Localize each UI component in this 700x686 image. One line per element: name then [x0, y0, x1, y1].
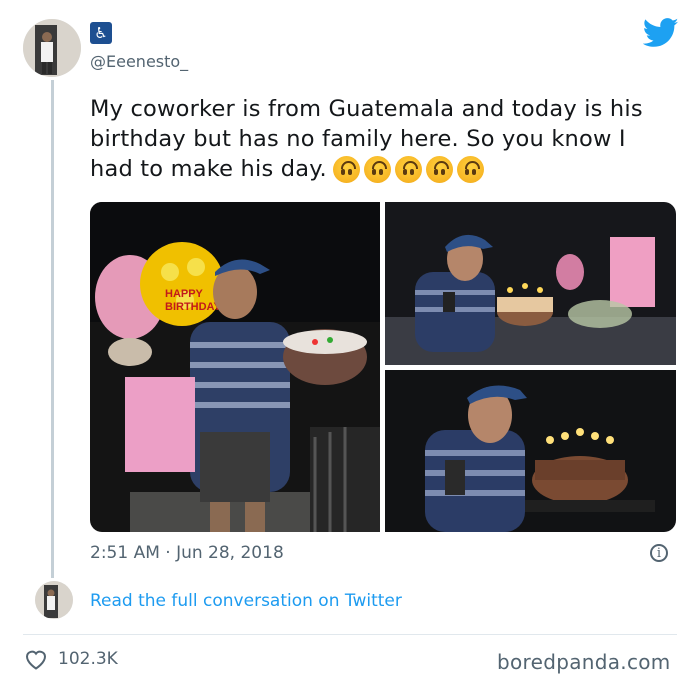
author-handle[interactable]: @Eeenesto_ — [90, 52, 188, 71]
author-avatar[interactable] — [23, 19, 81, 77]
like-button[interactable]: 102.3K — [24, 648, 118, 670]
tweet-text: My coworker is from Guatemala and today … — [90, 96, 643, 183]
thread-line — [51, 80, 54, 578]
watermark: boredpanda.com — [497, 650, 671, 674]
photo-candles-closeup[interactable] — [385, 370, 676, 532]
upside-down-face-icon — [363, 156, 391, 183]
author-avatar-small[interactable] — [35, 581, 73, 619]
twitter-bird-icon[interactable] — [643, 18, 679, 48]
media-grid: HAPPY BIRTHDAY — [90, 202, 676, 532]
tweet-timestamp[interactable]: 2:51 AM · Jun 28, 2018 — [90, 543, 284, 563]
upside-down-face-icon — [425, 156, 453, 183]
photo-candle-cake-table[interactable] — [385, 202, 676, 365]
emoji-row — [332, 156, 484, 183]
read-conversation-link[interactable]: Read the full conversation on Twitter — [90, 591, 402, 611]
heart-icon — [25, 650, 47, 670]
info-icon[interactable]: i — [650, 544, 668, 562]
accessible-icon: ♿ — [90, 22, 112, 44]
upside-down-face-icon — [456, 156, 484, 183]
photo-balloons-cake[interactable]: HAPPY BIRTHDAY — [90, 202, 380, 532]
like-count: 102.3K — [58, 649, 118, 669]
svg-text:BIRTHDAY: BIRTHDAY — [165, 301, 221, 313]
upside-down-face-icon — [394, 156, 422, 183]
svg-text:HAPPY: HAPPY — [165, 288, 204, 300]
divider — [23, 634, 677, 635]
upside-down-face-icon — [332, 156, 360, 183]
